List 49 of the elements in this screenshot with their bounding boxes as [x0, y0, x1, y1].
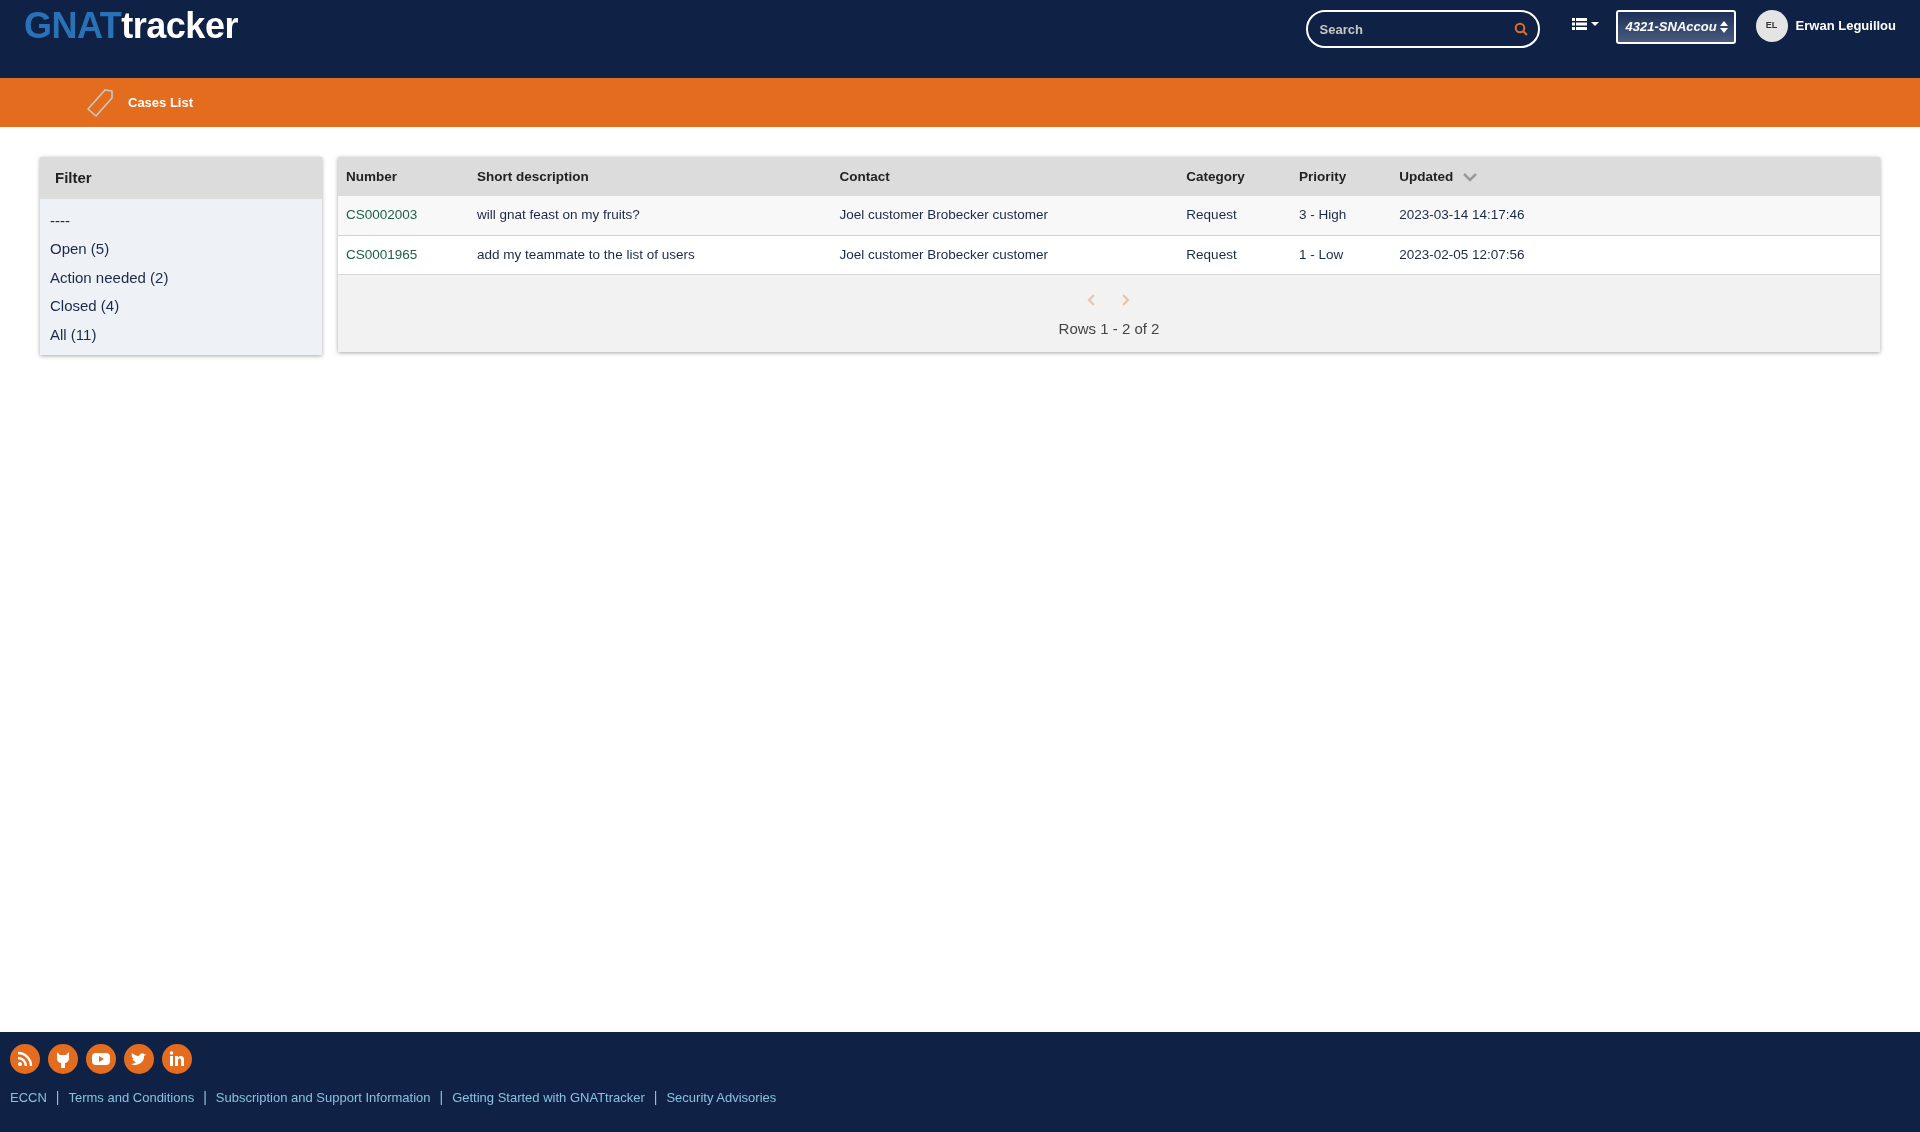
logo-wordmark[interactable]: GNATtracker: [24, 6, 238, 46]
play-icon[interactable]: [86, 1044, 116, 1074]
rows-summary: Rows 1 - 2 of 2: [1057, 318, 1161, 339]
footer-link[interactable]: ECCN: [10, 1090, 47, 1105]
up-down-icon: [1719, 20, 1728, 34]
table-cell: Joel customer Brobecker customer: [839, 207, 1048, 223]
filter-item[interactable]: Open (5): [40, 235, 322, 264]
footer-link[interactable]: Security Advisories: [666, 1090, 777, 1105]
column-header[interactable]: Number: [346, 169, 397, 184]
filter-item[interactable]: Closed (4): [40, 292, 322, 321]
footer-link[interactable]: Terms and Conditions: [68, 1090, 195, 1105]
column-header[interactable]: Category: [1186, 169, 1245, 184]
user-avatar[interactable]: EL: [1755, 10, 1788, 42]
filter-item[interactable]: Action needed (2): [40, 263, 322, 292]
link-separator: |: [439, 1089, 444, 1105]
in-logo-icon[interactable]: [162, 1044, 192, 1074]
link-separator: |: [203, 1089, 207, 1105]
search-field[interactable]: Search: [1305, 10, 1540, 48]
table-cell: 2023-02-05 12:07:56: [1399, 246, 1525, 262]
table-cell: will gnat feast on my fruits?: [477, 207, 640, 223]
column-header[interactable]: Short description: [477, 169, 589, 184]
filter-item[interactable]: ----: [40, 206, 322, 235]
table-cell: 2023-03-14 14:17:46: [1399, 207, 1525, 223]
search-icon[interactable]: [1513, 22, 1528, 36]
rss-icon[interactable]: [10, 1044, 40, 1074]
footer-link[interactable]: Subscription and Support Information: [215, 1090, 431, 1105]
list-menu-icon[interactable]: [1571, 18, 1600, 30]
footer-link[interactable]: Getting Started with GNATtracker: [452, 1090, 645, 1105]
filter-title: Filter: [40, 157, 322, 199]
filter-item[interactable]: All (11): [40, 320, 322, 349]
table-cell: Request: [1186, 246, 1237, 262]
column-header[interactable]: Contact: [839, 169, 890, 184]
table-cell: add my teammate to the list of users: [477, 246, 695, 262]
bird-icon[interactable]: [124, 1044, 154, 1074]
chevron-right-icon: [1121, 294, 1131, 307]
link-separator: |: [55, 1089, 60, 1105]
table-cell: Joel customer Brobecker customer: [839, 246, 1048, 262]
tag-icon: [86, 87, 114, 118]
cat-icon[interactable]: [48, 1044, 78, 1074]
page-title: Cases List: [128, 93, 194, 112]
table-cell: Request: [1186, 207, 1237, 223]
account-select[interactable]: 4321-SNAccou: [1615, 10, 1736, 44]
user-name[interactable]: Erwan Leguillou: [1795, 16, 1896, 36]
table-cell: 3 - High: [1298, 207, 1347, 223]
chevron-left-icon: [1087, 294, 1097, 307]
link-separator: |: [653, 1089, 658, 1105]
column-header[interactable]: Updated: [1399, 169, 1454, 184]
table-cell: 1 - Low: [1298, 246, 1344, 262]
column-header[interactable]: Priority: [1298, 169, 1347, 184]
